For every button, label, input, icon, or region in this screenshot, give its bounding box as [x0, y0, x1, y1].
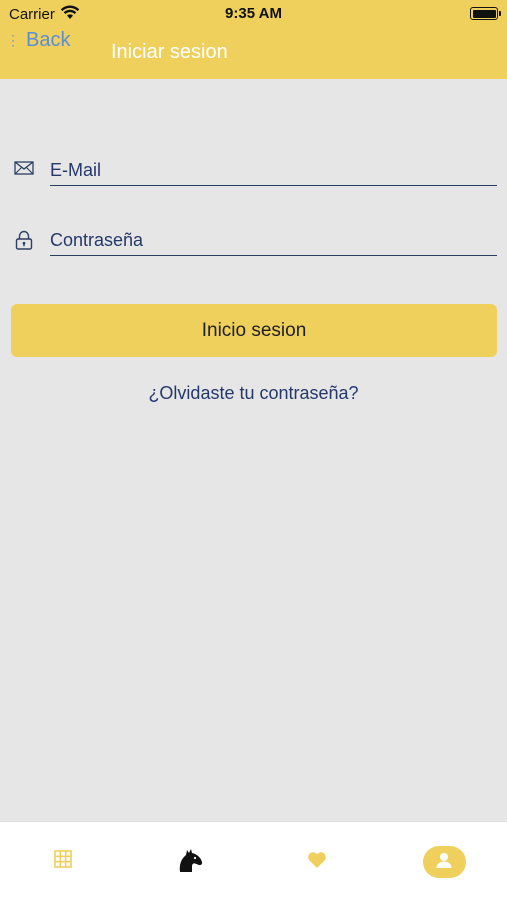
- navigation-bar: Carrier 9:35 AM ⋮ Back Iniciar sesion: [0, 0, 507, 79]
- tab-favorites[interactable]: [254, 822, 380, 901]
- tab-profile-selected-indicator: [422, 846, 466, 878]
- email-row: [14, 156, 497, 188]
- forgot-password-link[interactable]: ¿Olvidaste tu contraseña?: [0, 383, 507, 404]
- email-field[interactable]: [50, 156, 497, 186]
- login-button[interactable]: Inicio sesion: [11, 304, 497, 357]
- tab-profile[interactable]: [381, 822, 507, 901]
- page-title: Iniciar sesion: [111, 41, 228, 63]
- tab-grid[interactable]: [0, 822, 126, 901]
- back-button[interactable]: ⋮ Back: [6, 29, 70, 52]
- back-label: Back: [26, 29, 71, 51]
- chevron-left-icon: ⋮: [6, 32, 20, 48]
- grid-icon: [53, 849, 73, 901]
- status-bar: Carrier 9:35 AM: [0, 0, 507, 28]
- battery-icon: [470, 7, 501, 20]
- heart-icon: [307, 851, 327, 901]
- password-row: [14, 226, 497, 258]
- password-field[interactable]: [50, 226, 497, 256]
- user-icon: [435, 851, 453, 874]
- lock-icon: [14, 230, 36, 252]
- tab-bar: [0, 821, 507, 901]
- tab-horse[interactable]: [127, 822, 253, 901]
- clock: 9:35 AM: [225, 5, 282, 22]
- horse-icon: [176, 847, 204, 901]
- envelope-icon: [14, 160, 36, 182]
